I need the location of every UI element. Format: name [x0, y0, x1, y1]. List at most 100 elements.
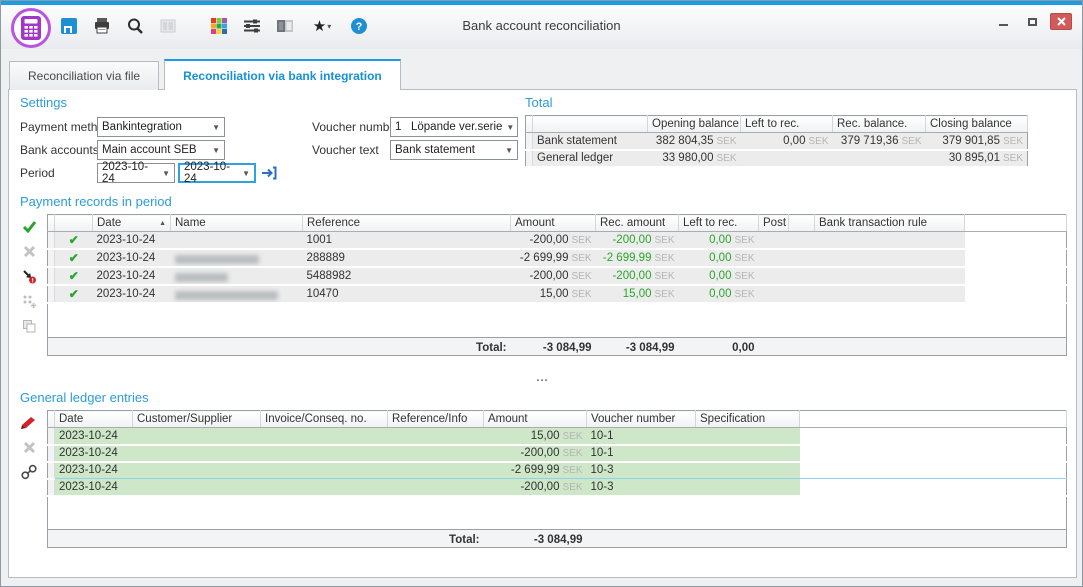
reference-cell: 10470: [303, 285, 511, 303]
header-cell-customer-supplier[interactable]: Customer/Supplier: [133, 411, 261, 428]
name-cell: [171, 267, 303, 285]
highlight-pen-icon[interactable]: [21, 414, 37, 430]
header-cell-rec-amount[interactable]: Rec. amount: [596, 215, 679, 232]
general-ledger-toolbar: [17, 414, 41, 480]
filler-cell: [800, 428, 1067, 445]
gl-row[interactable]: 2023-10-24-200,00SEK10-1: [48, 445, 1067, 462]
link-icon[interactable]: [21, 464, 37, 480]
name-cell: [171, 249, 303, 267]
payment-row[interactable]: ✔2023-10-241001-200,00SEK-200,00SEK0,00S…: [48, 232, 1067, 250]
rec-amount-cell: 15,00SEK: [596, 285, 679, 303]
header-cell-checked[interactable]: [55, 215, 93, 232]
matched-check-icon: ✔: [55, 267, 93, 285]
minimize-button[interactable]: [992, 13, 1014, 30]
total-table: Opening balanceLeft to rec.Rec. balance.…: [525, 115, 1028, 168]
unmatch-delete-icon[interactable]: [21, 243, 37, 259]
header-cell-left-to-rec-[interactable]: Left to rec.: [741, 116, 833, 133]
filler-cell: [800, 479, 1067, 496]
date-cell: 2023-10-24: [93, 249, 171, 267]
voucher-number-series-select[interactable]: 1 Löpande ver.serie▼: [390, 117, 518, 137]
titlebar[interactable]: ★▾ ? Bank account reconciliation: [1, 5, 1082, 49]
header-cell-filler: [965, 215, 1067, 232]
period-from-select[interactable]: 2023-10-24▼: [97, 163, 175, 183]
gl-row[interactable]: 2023-10-24-200,00SEK10-3: [48, 479, 1067, 496]
misc-cell: [789, 267, 815, 285]
total-row[interactable]: General ledger33 980,00SEK30 895,01SEK: [526, 150, 1028, 167]
post-cell: [759, 249, 789, 267]
maximize-button[interactable]: [1021, 13, 1043, 30]
gl-header-row: DateCustomer/SupplierInvoice/Conseq. no.…: [48, 411, 1067, 428]
total-row[interactable]: Bank statement382 804,35SEK0,00SEK379 71…: [526, 133, 1028, 150]
payment-row[interactable]: ✔2023-10-241047015,00SEK15,00SEK0,00SEK: [48, 285, 1067, 303]
period-to-select[interactable]: 2023-10-24▼: [178, 163, 256, 183]
amount-cell: 15,00SEK: [484, 428, 587, 445]
header-cell-reference-info[interactable]: Reference/Info: [388, 411, 484, 428]
total-title: Total: [525, 95, 552, 110]
header-cell-date[interactable]: Date: [55, 411, 133, 428]
gl-row[interactable]: 2023-10-2415,00SEK10-1: [48, 428, 1067, 445]
invoice-cell: [261, 462, 388, 479]
header-cell-voucher-number[interactable]: Voucher number: [587, 411, 696, 428]
header-cell-misc[interactable]: [789, 215, 815, 232]
header-cell-name[interactable]: Name: [171, 215, 303, 232]
amount-cell: -200,00SEK: [484, 479, 587, 496]
payment-row[interactable]: ✔2023-10-24288889-2 699,99SEK-2 699,99SE…: [48, 249, 1067, 267]
bank-accounts-select[interactable]: Main account SEB▼: [97, 140, 225, 160]
payment-method-select[interactable]: Bankintegration▼: [97, 117, 225, 137]
section-splitter-handle[interactable]: ...: [9, 374, 1076, 382]
bank-transaction-rule-cell: [815, 285, 965, 303]
filler-cell: [965, 232, 1067, 250]
name-cell: [171, 232, 303, 250]
reference-info-cell: [388, 479, 484, 496]
header-cell-rowlabel: [533, 116, 648, 133]
close-button[interactable]: [1050, 13, 1072, 30]
copy-icon[interactable]: [21, 318, 37, 334]
header-cell-date[interactable]: Date▲: [93, 215, 171, 232]
header-cell-amount[interactable]: Amount: [484, 411, 587, 428]
row-indicator: [48, 232, 55, 250]
chevron-down-icon: ▼: [158, 169, 170, 178]
gl-row[interactable]: 2023-10-24-2 699,99SEK10-3: [48, 462, 1067, 479]
specification-cell: [696, 462, 800, 479]
header-cell-bank-transaction-rule[interactable]: Bank transaction rule: [815, 215, 965, 232]
rec-amount-cell: -200,00SEK: [596, 267, 679, 285]
voucher-text-select[interactable]: Bank statement▼: [390, 140, 518, 160]
payment-row[interactable]: ✔2023-10-245488982-200,00SEK-200,00SEK0,…: [48, 267, 1067, 285]
date-cell: 2023-10-24: [93, 267, 171, 285]
rec-amount-cell: -2 699,99SEK: [596, 249, 679, 267]
header-cell-rec-balance-[interactable]: Rec. balance.: [833, 116, 926, 133]
total-filler: [587, 530, 1067, 548]
invoice-cell: [261, 479, 388, 496]
add-rows-icon[interactable]: [21, 293, 37, 309]
spacer-cell: [48, 496, 1067, 530]
header-cell-opening-balance[interactable]: Opening balance: [648, 116, 741, 133]
apply-period-button[interactable]: [259, 163, 279, 183]
header-cell-reference[interactable]: Reference: [303, 215, 511, 232]
header-cell-indicator: [48, 215, 55, 232]
date-cell: 2023-10-24: [55, 445, 133, 462]
sort-asc-icon: ▲: [159, 220, 166, 227]
row-indicator: [526, 133, 533, 150]
chevron-down-icon: ▼: [502, 123, 514, 132]
tab-bar: Reconciliation via file Reconciliation v…: [9, 59, 401, 90]
delete-entry-icon[interactable]: [21, 439, 37, 455]
amount-cell: 30 895,01SEK: [926, 150, 1028, 167]
tab-reconciliation-via-file[interactable]: Reconciliation via file: [9, 61, 159, 90]
voucher-number-cell: 10-3: [587, 479, 696, 496]
header-cell-post[interactable]: Post: [759, 215, 789, 232]
header-cell-closing-balance[interactable]: Closing balance: [926, 116, 1028, 133]
spacer-row: [48, 303, 1067, 337]
exclude-record-icon[interactable]: [21, 268, 37, 284]
close-icon: [1057, 17, 1066, 26]
header-cell-specification[interactable]: Specification: [696, 411, 800, 428]
amount-cell: [741, 150, 833, 167]
row-indicator: [48, 267, 55, 285]
header-cell-left-to-rec[interactable]: Left to rec.: [679, 215, 759, 232]
header-cell-amount[interactable]: Amount: [511, 215, 596, 232]
gl-total-row: Total:-3 084,99: [48, 530, 1067, 548]
match-approve-icon[interactable]: [21, 218, 37, 234]
header-cell-invoice-conseq-no[interactable]: Invoice/Conseq. no.: [261, 411, 388, 428]
reference-info-cell: [388, 462, 484, 479]
amount-cell: -200,00SEK: [484, 445, 587, 462]
tab-reconciliation-via-bank-integration[interactable]: Reconciliation via bank integration: [164, 59, 401, 90]
